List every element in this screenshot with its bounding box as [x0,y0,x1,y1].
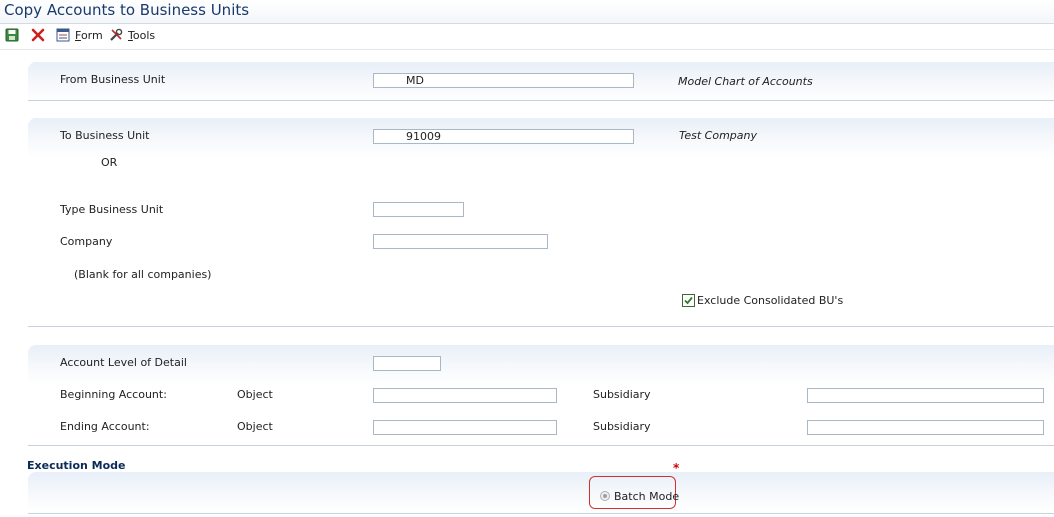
tools-menu-label: Tools [128,28,156,42]
beginning-account-label: Beginning Account: [60,388,167,401]
from-business-unit-label: From Business Unit [60,73,166,86]
tools-icon [110,28,123,41]
checkmark-icon [684,296,693,305]
batch-mode-radio[interactable] [600,491,610,501]
beginning-subsidiary-input[interactable] [807,388,1044,403]
account-level-input[interactable] [373,356,441,371]
save-button[interactable] [5,28,19,42]
save-icon [5,28,19,42]
form-menu-label: Form [75,28,103,42]
title-bar: Copy Accounts to Business Units [0,0,1054,24]
form-icon [56,28,70,42]
ending-subsidiary-input[interactable] [807,420,1044,435]
page-title: Copy Accounts to Business Units [4,1,250,19]
close-icon [31,28,45,42]
type-business-unit-input[interactable] [373,202,464,217]
beginning-subsidiary-label: Subsidiary [593,388,651,401]
batch-mode-option[interactable]: Batch Mode [589,476,680,509]
account-level-label: Account Level of Detail [60,356,187,369]
type-business-unit-label: Type Business Unit [60,203,164,216]
toolbar: Form Tools [0,24,1054,50]
account-range-panel: Account Level of Detail Beginning Accoun… [28,345,1054,446]
beginning-object-label: Object [237,388,273,401]
from-business-unit-description: Model Chart of Accounts [678,75,813,88]
to-business-unit-description: Test Company [679,129,757,142]
execution-mode-panel [28,472,1054,514]
tools-menu[interactable]: Tools [109,28,155,42]
or-label: OR [101,156,118,169]
batch-mode-label: Batch Mode [614,490,680,503]
execution-mode-title: Execution Mode [27,459,126,472]
to-business-unit-label: To Business Unit [60,129,150,142]
ending-subsidiary-label: Subsidiary [593,420,651,433]
ending-object-label: Object [237,420,273,433]
ending-account-label: Ending Account: [60,420,150,433]
from-business-unit-input[interactable] [373,73,634,88]
form-menu[interactable]: Form [56,28,103,42]
cancel-button[interactable] [31,28,45,42]
exclude-consolidated-checkbox[interactable] [682,294,695,307]
beginning-object-input[interactable] [373,388,557,403]
ending-object-input[interactable] [373,420,557,435]
company-label: Company [60,235,113,248]
to-business-unit-input[interactable] [373,129,634,144]
from-business-unit-panel: From Business Unit Model Chart of Accoun… [28,62,1054,101]
blank-for-all-companies-note: (Blank for all companies) [74,268,212,281]
to-business-unit-panel: To Business Unit Test Company OR Type Bu… [28,118,1054,327]
exclude-consolidated-label: Exclude Consolidated BU's [697,294,844,307]
company-input[interactable] [373,234,548,249]
